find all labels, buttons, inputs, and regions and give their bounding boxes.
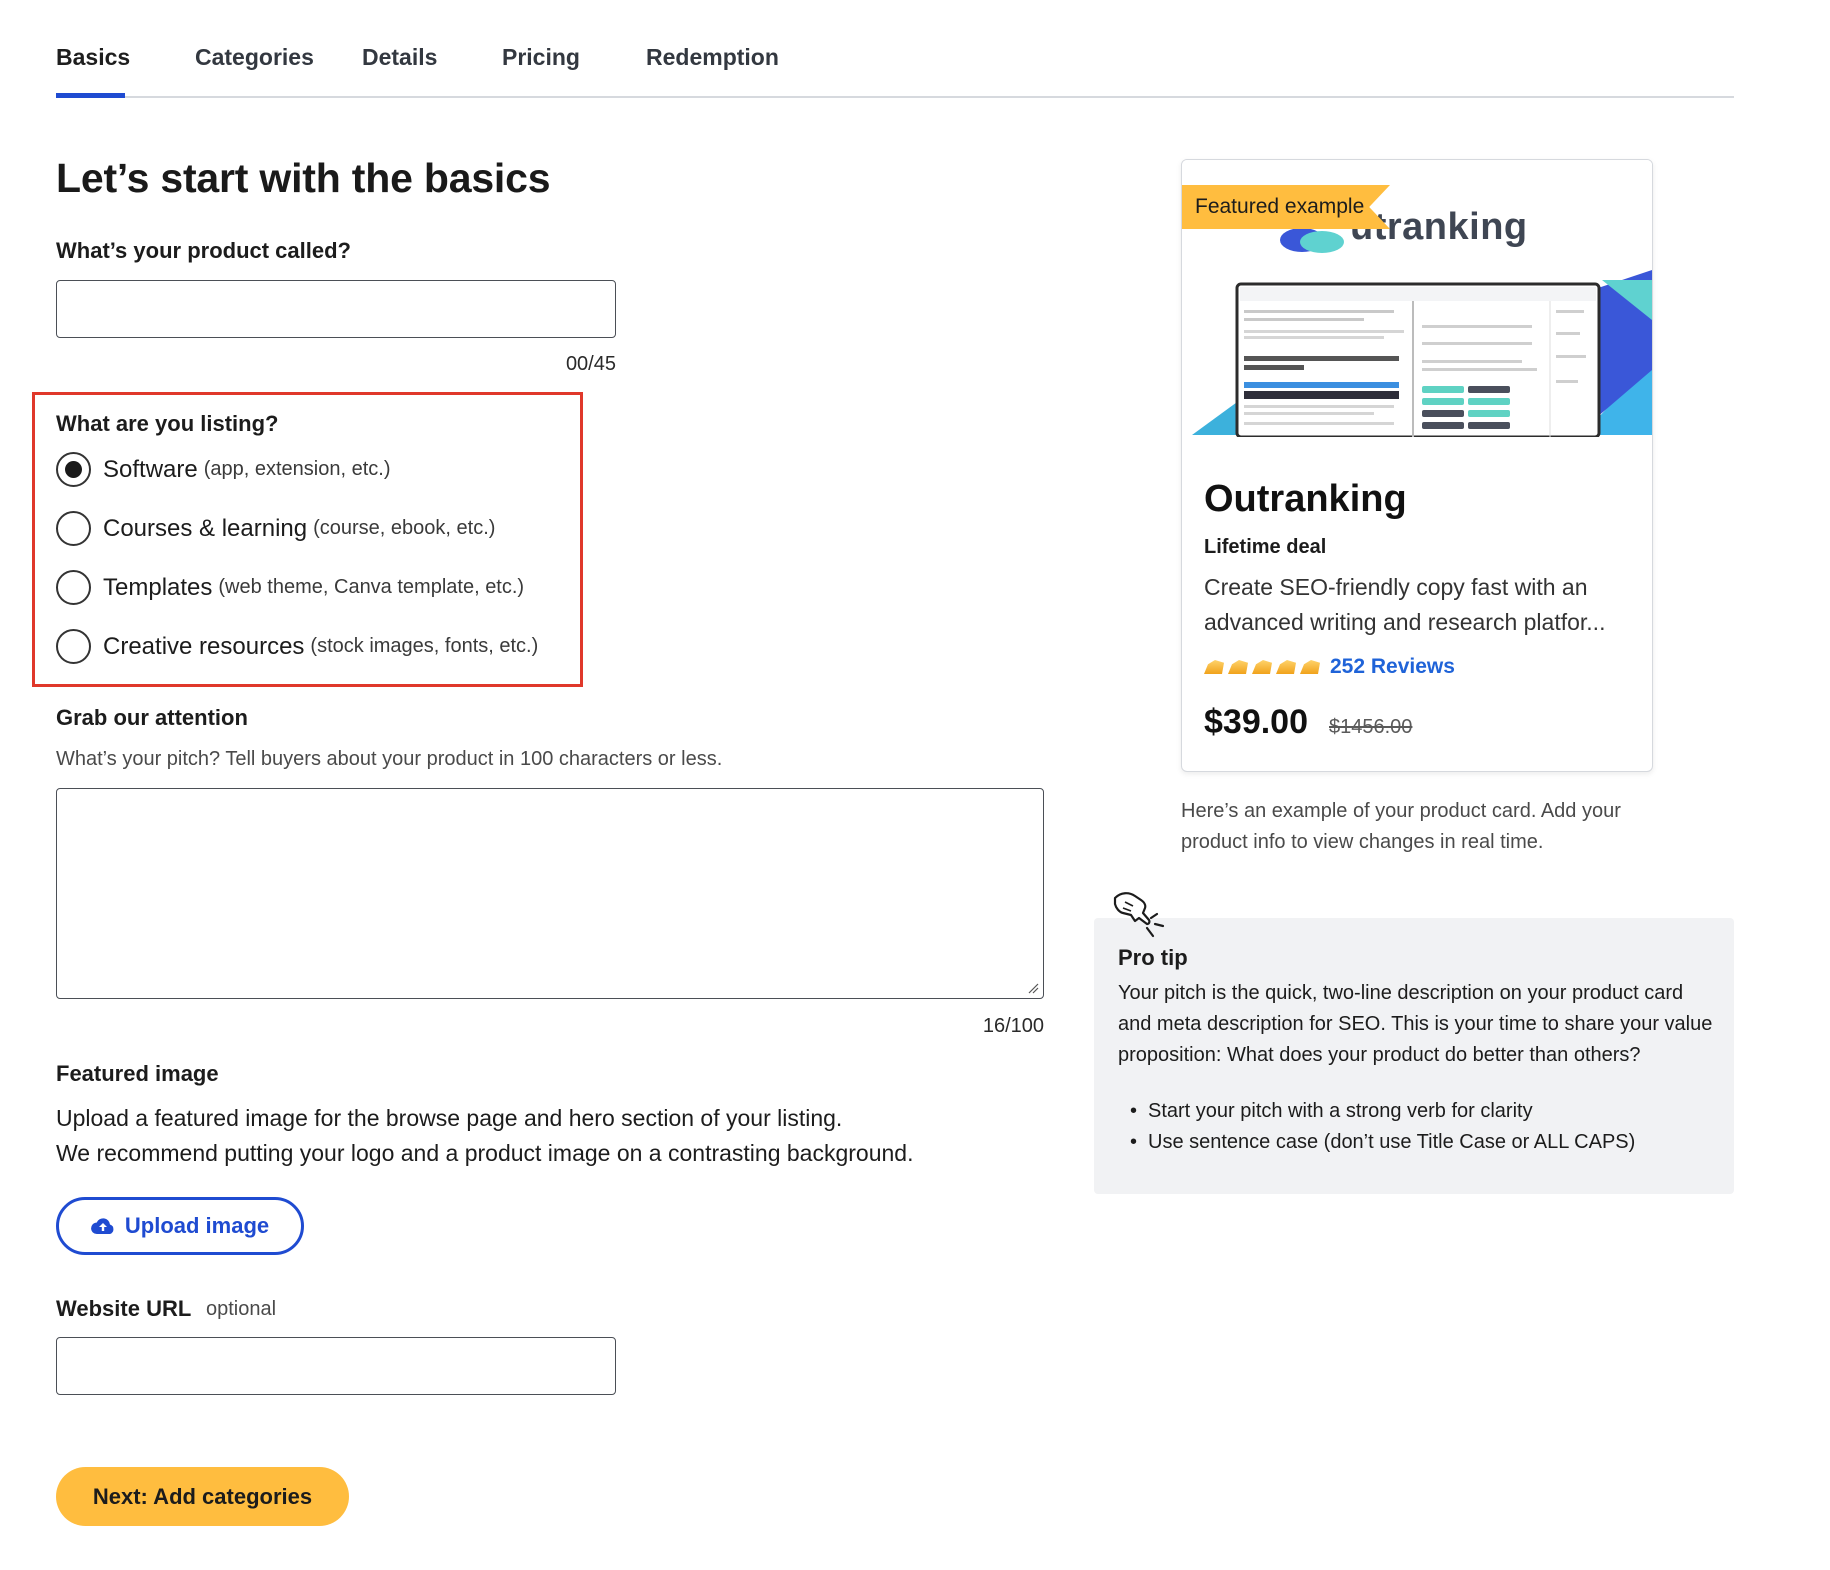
taco-rating-icon [1276,660,1296,674]
rating: 252 Reviews [1204,655,1455,679]
option-label: Templates [103,573,213,601]
website-url-label: Website URL [56,1296,192,1321]
tab-bar: Basics Categories Details Pricing Redemp… [56,0,1734,98]
product-card-image: utranking Featured example [1182,160,1652,437]
pitch-label: Grab our attention [56,705,248,730]
list-item: Start your pitch with a strong verb for … [1130,1096,1635,1127]
listing-option-creative[interactable]: Creative resources (stock images, fonts,… [56,629,538,664]
product-name-label: What’s your product called? [56,238,351,263]
tab-redemption[interactable]: Redemption [646,44,779,71]
tab-categories[interactable]: Categories [195,44,314,71]
listing-option-templates[interactable]: Templates (web theme, Canva template, et… [56,570,524,605]
list-item: Use sentence case (don’t use Title Case … [1130,1127,1635,1158]
taco-rating-icon [1204,660,1224,674]
radio-button[interactable] [56,570,91,605]
upload-image-button[interactable]: Upload image [56,1197,304,1255]
pitch-textarea[interactable] [56,788,1044,999]
tab-basics[interactable]: Basics [56,44,130,71]
product-card-original-price: $1456.00 [1329,716,1413,738]
option-hint: (course, ebook, etc.) [313,517,496,539]
cloud-upload-icon [90,1218,114,1235]
featured-example-ribbon: Featured example [1182,185,1390,229]
option-hint: (app, extension, etc.) [203,458,391,480]
listing-option-courses[interactable]: Courses & learning (course, ebook, etc.) [56,511,495,546]
optional-tag: optional [206,1298,277,1320]
option-label: Courses & learning [103,514,308,542]
option-label: Software [103,455,198,483]
ribbon-label: Featured example [1195,195,1365,218]
pro-tip-panel: Pro tip Your pitch is the quick, two-lin… [1094,918,1734,1194]
product-card-note: Here’s an example of your product card. … [1181,800,1621,853]
taco-rating-icon [1300,660,1320,674]
pro-tip-title: Pro tip [1118,945,1188,970]
product-card-deal-type: Lifetime deal [1204,536,1327,558]
reviews-link[interactable]: 252 Reviews [1330,655,1455,679]
option-hint: (stock images, fonts, etc.) [310,635,539,657]
product-name-input[interactable] [56,280,616,338]
active-tab-indicator [56,93,125,98]
listing-type-label: What are you listing? [56,411,279,436]
pro-tip-list: Start your pitch with a strong verb for … [1130,1096,1635,1158]
option-hint: (web theme, Canva template, etc.) [218,576,525,598]
featured-image-description-2: We recommend putting your logo and a pro… [56,1140,914,1166]
pitch-counter: 16/100 [982,1015,1044,1037]
product-card-price: $39.00 [1204,703,1308,741]
pointing-hand-icon [1113,892,1165,938]
radio-button[interactable] [56,511,91,546]
featured-image-label: Featured image [56,1061,219,1086]
product-card-description: Create SEO-friendly copy fast with an ad… [1204,574,1606,635]
taco-rating-icon [1252,660,1272,674]
product-card-title: Outranking [1204,478,1407,520]
taco-rating-icon [1228,660,1248,674]
page-title: Let’s start with the basics [56,155,551,201]
radio-button[interactable] [56,452,91,487]
product-card-preview: utranking Featured example Outranking Li… [1181,159,1653,772]
product-name-counter: 00/45 [565,353,616,375]
tab-pricing[interactable]: Pricing [502,44,580,71]
option-label: Creative resources [103,632,305,660]
listing-option-software[interactable]: Software (app, extension, etc.) [56,452,391,487]
resize-handle-icon[interactable] [1027,982,1039,994]
website-url-input[interactable] [56,1337,616,1395]
radio-button[interactable] [56,629,91,664]
featured-image-description-1: Upload a featured image for the browse p… [56,1105,843,1131]
upload-image-label: Upload image [124,1213,270,1238]
pitch-helper-text: What’s your pitch? Tell buyers about you… [56,748,723,770]
tab-details[interactable]: Details [362,44,437,71]
pro-tip-body: Your pitch is the quick, two-line descri… [1118,982,1713,1066]
next-add-categories-button[interactable]: Next: Add categories [56,1467,349,1526]
